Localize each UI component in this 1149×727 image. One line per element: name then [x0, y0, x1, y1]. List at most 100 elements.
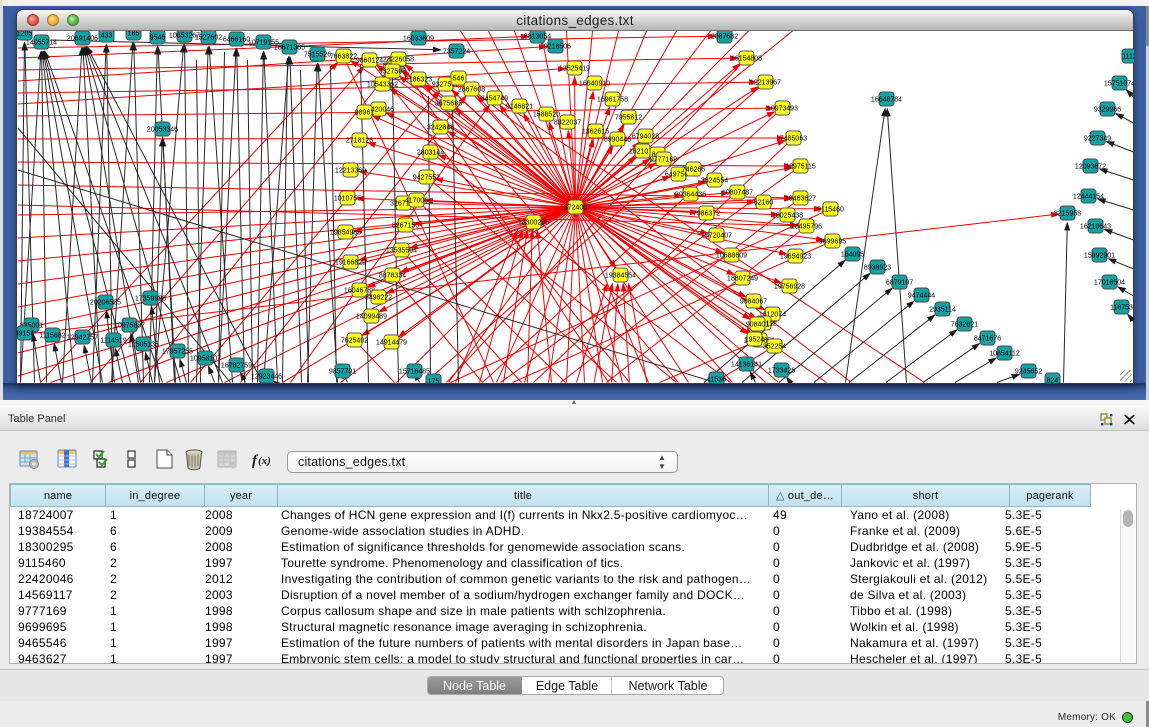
svg-text:10543362: 10543362 [367, 82, 398, 89]
svg-text:7955812: 7955812 [615, 115, 642, 122]
svg-text:16648784: 16648784 [871, 97, 902, 104]
svg-text:14136141: 14136141 [731, 362, 762, 369]
svg-text:15751074: 15751074 [1104, 81, 1134, 88]
svg-text:2803144: 2803144 [417, 150, 444, 157]
svg-text:19166829: 19166829 [335, 260, 366, 267]
svg-text:39154: 39154 [17, 331, 34, 338]
svg-text:20053346: 20053346 [147, 127, 178, 134]
svg-text:12505135: 12505135 [128, 342, 159, 349]
svg-text:18807249: 18807249 [727, 276, 758, 283]
svg-text:14914479: 14914479 [376, 340, 407, 347]
svg-text:16671385: 16671385 [274, 45, 305, 52]
svg-text:10973493: 10973493 [767, 106, 798, 113]
svg-text:14099489: 14099489 [356, 314, 387, 321]
svg-text:16961758: 16961758 [597, 97, 628, 104]
svg-text:12923446: 12923446 [251, 374, 282, 381]
svg-text:6466160: 6466160 [223, 37, 250, 44]
svg-text:9115460: 9115460 [817, 207, 844, 214]
svg-text:20364436: 20364436 [675, 192, 706, 199]
svg-text:8878334: 8878334 [379, 273, 406, 280]
svg-text:8471676: 8471676 [974, 336, 1001, 343]
svg-text:9777169: 9777169 [650, 157, 677, 164]
svg-text:546: 546 [453, 76, 465, 83]
svg-text:7663822: 7663822 [330, 54, 357, 61]
svg-text:1115682: 1115682 [39, 333, 65, 340]
svg-text:7632621: 7632621 [951, 322, 978, 329]
svg-text:62160: 62160 [754, 200, 774, 207]
svg-text:9474444: 9474444 [908, 293, 935, 300]
svg-text:98961: 98961 [355, 110, 375, 117]
svg-text:2087682: 2087682 [711, 34, 738, 41]
svg-text:8990448: 8990448 [604, 137, 631, 144]
svg-text:9327505: 9327505 [379, 69, 406, 76]
svg-text:185: 185 [128, 31, 140, 38]
svg-text:8813054: 8813054 [524, 34, 551, 41]
svg-text:17359928: 17359928 [135, 296, 166, 303]
svg-text:12213369: 12213369 [335, 168, 366, 175]
svg-text:9146821: 9146821 [506, 104, 533, 111]
svg-text:9227349: 9227349 [1084, 136, 1111, 143]
svg-text:6794028: 6794028 [632, 134, 659, 141]
svg-text:9084067: 9084067 [740, 299, 767, 306]
svg-text:19756928: 19756928 [774, 284, 805, 291]
svg-text:10807487: 10807487 [722, 190, 753, 197]
svg-text:9329966: 9329966 [1094, 107, 1121, 114]
svg-text:19218506: 19218506 [540, 44, 571, 51]
svg-text:16046788: 16046788 [344, 288, 375, 295]
svg-text:18724007: 18724007 [560, 205, 591, 212]
svg-text:1010755: 1010755 [334, 196, 361, 203]
svg-text:11536: 11536 [707, 377, 726, 384]
svg-text:12444154: 12444154 [1073, 194, 1104, 201]
svg-text:8186323: 8186323 [405, 77, 432, 84]
svg-text:1362615: 1362615 [582, 129, 609, 136]
svg-text:19384554: 19384554 [605, 273, 636, 280]
svg-text:3624554: 3624554 [701, 178, 728, 185]
svg-text:433: 433 [101, 33, 113, 40]
svg-text:7986372: 7986372 [693, 211, 720, 218]
svg-text:16154808: 16154808 [731, 56, 762, 63]
svg-text:9427552: 9427552 [413, 175, 440, 182]
svg-text:8938923: 8938923 [864, 265, 891, 272]
svg-text:10688609: 10688609 [716, 253, 747, 260]
svg-text:10654112: 10654112 [989, 351, 1020, 358]
svg-text:1112: 1112 [1122, 54, 1134, 61]
svg-text:15692901: 15692901 [1084, 253, 1115, 260]
svg-text:20206555: 20206555 [90, 300, 121, 307]
svg-text:15716485: 15716485 [399, 369, 430, 376]
svg-text:908401: 908401 [746, 322, 769, 329]
svg-text:7485063: 7485063 [780, 136, 807, 143]
svg-text:8267150: 8267150 [392, 223, 419, 230]
svg-text:9860124: 9860124 [356, 58, 383, 65]
svg-text:746266: 746266 [682, 167, 705, 174]
svg-text:2718126: 2718126 [346, 138, 373, 145]
svg-text:12093872: 12093872 [1075, 164, 1106, 171]
svg-text:8322037: 8322037 [554, 120, 581, 127]
svg-text:19654923: 19654923 [780, 254, 811, 261]
svg-text:1733426: 1733426 [768, 368, 795, 375]
svg-text:16210643: 16210643 [1080, 224, 1111, 231]
svg-text:8215958: 8215958 [1054, 211, 1081, 218]
svg-text:10025438: 10025438 [772, 213, 803, 220]
svg-text:9546: 9546 [150, 35, 166, 42]
svg-text:12213967: 12213967 [750, 80, 781, 87]
svg-text:10975887: 10975887 [114, 323, 145, 330]
svg-text:7357224: 7357224 [443, 49, 470, 56]
svg-text:10958107: 10958107 [190, 356, 221, 363]
svg-text:9699695: 9699695 [819, 239, 846, 246]
svg-text:12942757: 12942757 [67, 335, 98, 342]
svg-text:20691406: 20691406 [67, 36, 98, 43]
svg-text:2935114: 2935114 [929, 307, 956, 314]
svg-text:9245652: 9245652 [1015, 369, 1042, 376]
svg-text:18495796: 18495796 [791, 224, 822, 231]
svg-text:13525419: 13525419 [559, 66, 590, 73]
svg-text:15720407: 15720407 [701, 233, 732, 240]
svg-text:1205: 1205 [17, 31, 32, 38]
svg-text:(x): (x) [258, 455, 271, 467]
svg-text:2667608: 2667608 [458, 87, 485, 94]
svg-text:23226058: 23226058 [383, 57, 414, 64]
svg-text:18300295: 18300295 [518, 220, 549, 227]
svg-text:175: 175 [428, 379, 440, 384]
svg-text:352254: 352254 [763, 344, 786, 351]
svg-text:3675685: 3675685 [435, 101, 462, 108]
svg-text:6879197: 6879197 [886, 280, 913, 287]
